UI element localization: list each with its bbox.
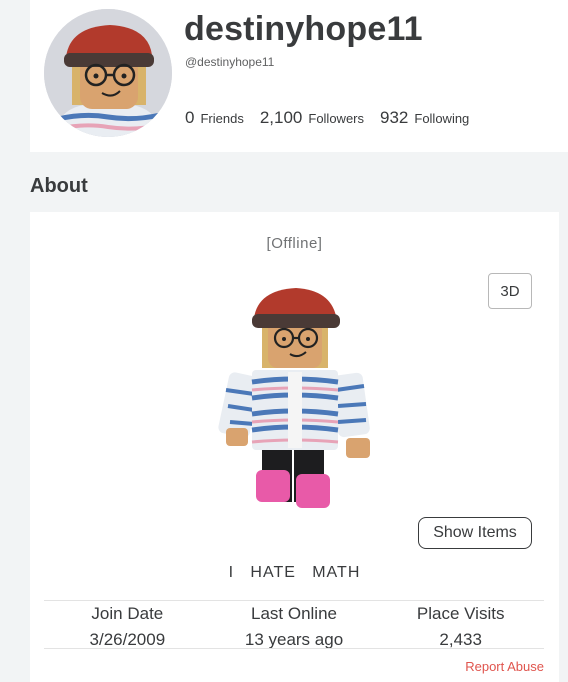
display-name: destinyhope11 (184, 10, 423, 48)
avatar-full-body-image[interactable] (210, 282, 400, 522)
join-date-value: 3/26/2009 (89, 630, 166, 649)
avatar-headshot-image (44, 9, 172, 137)
profile-header: destinyhope11 @destinyhope11 0 Friends 2… (30, 0, 568, 152)
profile-bio: I HATE MATH (228, 564, 361, 581)
friends-count: 0 (185, 108, 195, 127)
place-visits-value: 2,433 (439, 630, 482, 649)
about-heading: About (30, 175, 88, 197)
info-divider-bottom (44, 648, 544, 649)
profile-info-stats: Join Date 3/26/2009 Last Online 13 years… (44, 600, 544, 649)
friends-label: Friends (200, 111, 244, 126)
last-online-value: 13 years ago (244, 630, 344, 649)
followers-stat[interactable]: 2,100 Followers (260, 108, 364, 128)
place-visits-label: Place Visits (416, 604, 505, 623)
last-online-label: Last Online (251, 604, 337, 623)
join-date-stat: Join Date 3/26/2009 (44, 600, 211, 649)
user-handle: @destinyhope11 (185, 55, 275, 69)
online-status: [Offline] (266, 235, 323, 252)
report-abuse-link[interactable]: Report Abuse (465, 659, 544, 674)
toggle-3d-button[interactable]: 3D (488, 273, 532, 309)
avatar[interactable] (44, 9, 172, 137)
show-items-button[interactable]: Show Items (418, 517, 532, 549)
followers-count: 2,100 (259, 108, 303, 127)
following-count: 932 (380, 108, 409, 127)
place-visits-stat: Place Visits 2,433 (377, 600, 544, 649)
social-stats: 0 Friends 2,100 Followers 932 Following (185, 108, 485, 128)
followers-label: Followers (308, 111, 364, 126)
friends-stat[interactable]: 0 Friends (185, 108, 244, 128)
following-label: Following (414, 111, 470, 126)
following-stat[interactable]: 932 Following (380, 108, 469, 128)
join-date-label: Join Date (91, 604, 164, 623)
last-online-stat: Last Online 13 years ago (211, 600, 378, 649)
about-card: [Offline] 3D Show Items I HATE MATH Join… (30, 212, 559, 682)
